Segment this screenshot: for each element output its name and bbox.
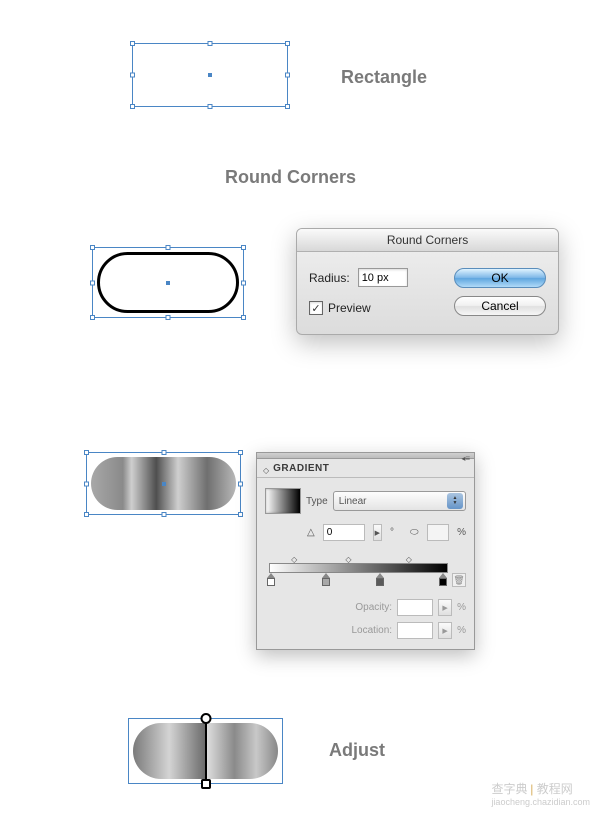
gradient-annotator-handle-top[interactable] xyxy=(200,713,211,724)
ratio-percent: % xyxy=(457,527,466,538)
expand-icon[interactable]: ◇ xyxy=(263,466,269,475)
adjust-shape[interactable] xyxy=(128,718,283,784)
midpoint-diamond-icon[interactable]: ◇ xyxy=(345,555,352,562)
resize-handle-sw[interactable] xyxy=(84,512,89,517)
resize-handle-w[interactable] xyxy=(84,481,89,486)
resize-handle-s[interactable] xyxy=(208,104,213,109)
panel-menu-icon[interactable]: ◂≡ xyxy=(461,454,470,463)
cancel-button[interactable]: Cancel xyxy=(454,296,546,316)
ok-button[interactable]: OK xyxy=(454,268,546,288)
ratio-icon: ⬭ xyxy=(410,527,419,538)
label-adjust: Adjust xyxy=(329,740,385,761)
resize-handle-s[interactable] xyxy=(161,512,166,517)
watermark: 查字典 | 教程网 jiaocheng.chazidian.com xyxy=(491,780,590,808)
resize-handle-se[interactable] xyxy=(285,104,290,109)
opacity-percent: % xyxy=(457,602,466,613)
midpoint-diamond-icon[interactable]: ◇ xyxy=(406,555,413,562)
select-arrows-icon: ▲▼ xyxy=(447,493,463,509)
resize-handle-ne[interactable] xyxy=(285,41,290,46)
resize-handle-e[interactable] xyxy=(285,73,290,78)
preview-checkbox[interactable]: ✓ xyxy=(309,301,323,315)
location-input[interactable] xyxy=(397,622,433,639)
rounded-rectangle-shape[interactable] xyxy=(92,247,244,318)
color-stop[interactable] xyxy=(266,573,275,586)
resize-handle-n[interactable] xyxy=(208,41,213,46)
aspect-ratio-input[interactable] xyxy=(427,524,450,541)
location-percent: % xyxy=(457,625,466,636)
rectangle-shape[interactable] xyxy=(132,43,288,107)
midpoint-diamond-icon[interactable]: ◇ xyxy=(291,555,298,562)
gradient-swatch[interactable] xyxy=(265,488,301,514)
angle-stepper[interactable]: ▶ xyxy=(373,524,382,541)
resize-handle-e[interactable] xyxy=(238,481,243,486)
resize-handle-sw[interactable] xyxy=(130,104,135,109)
degree-symbol: ° xyxy=(390,527,394,538)
preview-label: Preview xyxy=(328,301,371,315)
radius-label: Radius: xyxy=(309,271,350,285)
center-anchor xyxy=(162,482,166,486)
angle-icon: △ xyxy=(307,527,315,538)
resize-handle-ne[interactable] xyxy=(241,245,246,250)
resize-handle-w[interactable] xyxy=(130,73,135,78)
resize-handle-nw[interactable] xyxy=(130,41,135,46)
location-label: Location: xyxy=(352,625,393,636)
opacity-label: Opacity: xyxy=(355,602,392,613)
resize-handle-w[interactable] xyxy=(90,280,95,285)
resize-handle-se[interactable] xyxy=(238,512,243,517)
gradient-rail[interactable] xyxy=(269,563,448,573)
color-stop[interactable] xyxy=(376,573,385,586)
color-stop[interactable] xyxy=(438,573,447,586)
label-round-corners: Round Corners xyxy=(225,167,356,188)
center-anchor xyxy=(166,281,170,285)
resize-handle-nw[interactable] xyxy=(84,450,89,455)
color-stop[interactable] xyxy=(321,573,330,586)
gradient-annotator-handle-bottom[interactable] xyxy=(201,779,211,789)
trash-icon[interactable]: 🗑 xyxy=(452,573,466,587)
resize-handle-n[interactable] xyxy=(166,245,171,250)
angle-input[interactable] xyxy=(323,524,365,541)
resize-handle-n[interactable] xyxy=(161,450,166,455)
type-select[interactable]: Linear ▲▼ xyxy=(333,491,466,511)
opacity-stepper[interactable]: ▶ xyxy=(438,599,452,616)
resize-handle-ne[interactable] xyxy=(238,450,243,455)
gradient-ramp[interactable]: ◇ ◇ ◇ 🗑 xyxy=(265,553,466,591)
radius-input[interactable] xyxy=(358,268,408,287)
gradient-shape[interactable] xyxy=(86,452,241,515)
dialog-title: Round Corners xyxy=(297,229,558,252)
type-label: Type xyxy=(306,496,328,507)
resize-handle-s[interactable] xyxy=(166,315,171,320)
label-rectangle: Rectangle xyxy=(341,67,427,88)
gradient-panel: ◂≡ ◇ GRADIENT Type Linear ▲▼ △ ▶ ° ⬭ % ◇… xyxy=(256,452,475,650)
panel-drag-bar[interactable]: ◂≡ xyxy=(257,453,474,459)
type-value: Linear xyxy=(339,496,367,507)
resize-handle-e[interactable] xyxy=(241,280,246,285)
opacity-input[interactable] xyxy=(397,599,433,616)
resize-handle-se[interactable] xyxy=(241,315,246,320)
resize-handle-nw[interactable] xyxy=(90,245,95,250)
center-anchor xyxy=(208,73,212,77)
round-corners-dialog: Round Corners Radius: ✓ Preview OK Cance… xyxy=(296,228,559,335)
location-stepper[interactable]: ▶ xyxy=(438,622,452,639)
gradient-annotator-line[interactable] xyxy=(205,721,207,781)
resize-handle-sw[interactable] xyxy=(90,315,95,320)
tab-gradient[interactable]: GRADIENT xyxy=(273,463,329,477)
